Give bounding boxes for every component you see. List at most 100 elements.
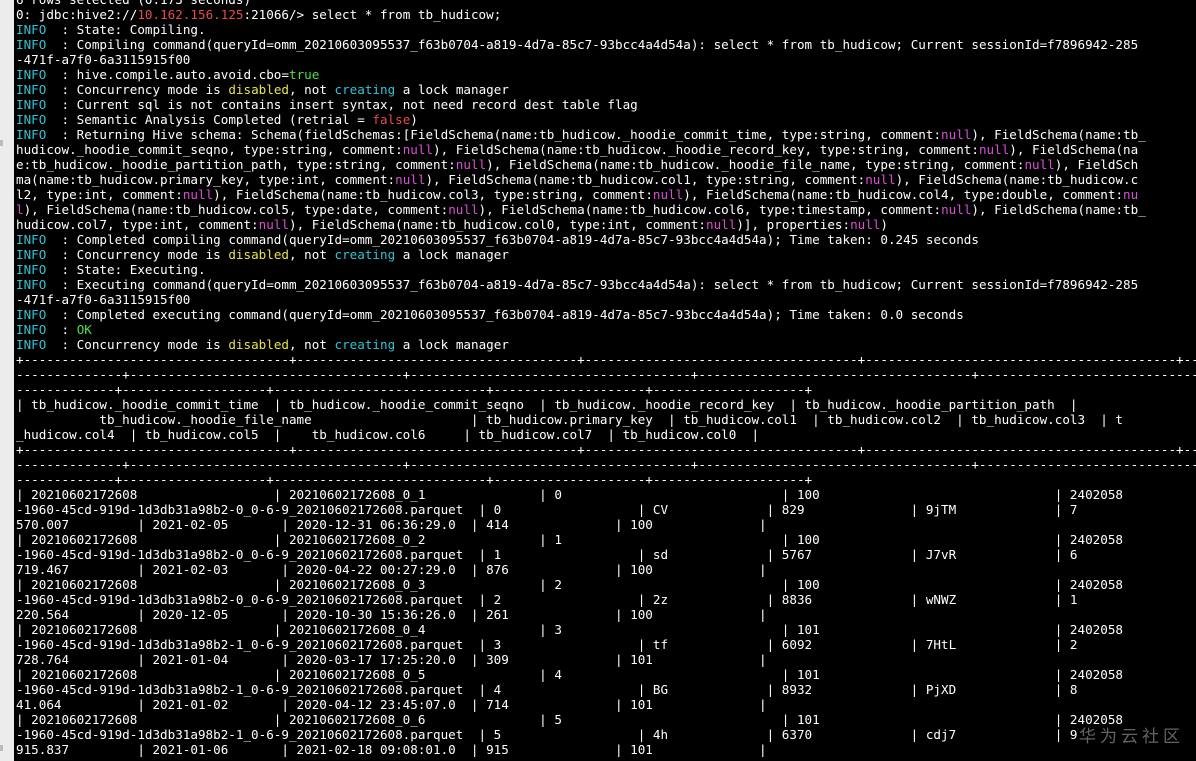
terminal-line: --------------+-------------------------… xyxy=(16,367,1196,382)
terminal-text: :21066/> select * from tb_hudicow; xyxy=(243,7,502,22)
terminal-line: -------------+-------------------+------… xyxy=(16,472,1196,487)
terminal-line: -1960-45cd-919d-1d3db31a98b2-0_0-6-9_202… xyxy=(16,547,1196,562)
terminal-text: INFO xyxy=(16,67,47,82)
terminal-text: INFO xyxy=(16,247,47,262)
terminal-text: null xyxy=(395,172,426,187)
terminal-text: true xyxy=(288,67,320,82)
terminal-text: : State: Executing. xyxy=(46,262,206,277)
terminal-text: INFO xyxy=(16,112,47,127)
terminal-text: : Returning Hive schema: Schema(fieldSch… xyxy=(46,127,942,142)
terminal-text: null xyxy=(182,187,214,202)
terminal-text: INFO xyxy=(16,127,47,142)
terminal-text: : Compiling command(queryId=omm_20210603… xyxy=(46,37,1139,52)
terminal-line: 915.837 | 2021-01-06 | 2021-02-18 09:08:… xyxy=(16,742,1196,757)
terminal-text: false xyxy=(372,112,411,127)
terminal-text: INFO xyxy=(16,97,47,112)
terminal-text: ), FieldSchema(name:tb_ xyxy=(971,202,1146,217)
terminal-text: null xyxy=(258,217,289,232)
terminal-text: -1960-45cd-919d-1d3db31a98b2-1_0-6-9_202… xyxy=(16,682,1078,697)
terminal-text: | 20210602172608 | 20210602172608_0_3 | … xyxy=(16,577,1123,592)
terminal-line: | 20210602172608 | 20210602172608_0_1 | … xyxy=(16,487,1196,502)
terminal-text: ), FieldSchema(name:tb_hudicow.c xyxy=(895,172,1139,187)
terminal-line: hudicow._hoodie_commit_seqno, type:strin… xyxy=(16,142,1196,157)
terminal-text: , not xyxy=(289,247,335,262)
terminal-line: 570.007 | 2021-02-05 | 2020-12-31 06:36:… xyxy=(16,517,1196,532)
terminal-line: -------------+-------------------+------… xyxy=(16,382,1196,397)
terminal-line: | 20210602172608 | 20210602172608_0_4 | … xyxy=(16,622,1196,637)
terminal-text: : Executing command(queryId=omm_20210603… xyxy=(46,277,1139,292)
terminal-text: disabled xyxy=(228,247,289,262)
terminal-text: | 20210602172608 | 20210602172608_0_5 | … xyxy=(16,667,1123,682)
terminal-text: INFO xyxy=(16,307,47,322)
terminal-text: hudicow.col7, type:int, comment: xyxy=(16,217,259,232)
terminal-text: -1960-45cd-919d-1d3db31a98b2-1_0-6-9_202… xyxy=(16,727,1078,742)
terminal-text: ), FieldSchema(na xyxy=(1009,142,1139,157)
terminal-line: INFO : Concurrency mode is disabled, not… xyxy=(16,82,1196,97)
terminal-text: ), FieldSchema(name:tb_hudicow.col0, typ… xyxy=(288,217,706,232)
terminal-text: ) xyxy=(880,217,889,232)
terminal-output[interactable]: 6 rows selected (0.173 seconds)0: jdbc:h… xyxy=(16,0,1196,761)
terminal-line: l), FieldSchema(name:tb_hudicow.col5, ty… xyxy=(16,202,1196,217)
terminal-text: ), FieldSchema(name:tb_hudicow.col6, typ… xyxy=(478,202,942,217)
terminal-text: -1960-45cd-919d-1d3db31a98b2-0_0-6-9_202… xyxy=(16,547,1078,562)
terminal-line: | tb_hudicow._hoodie_commit_time | tb_hu… xyxy=(16,397,1196,412)
terminal-text: 915.837 | 2021-01-06 | 2021-02-18 09:08:… xyxy=(16,742,767,757)
terminal-line: -1960-45cd-919d-1d3db31a98b2-1_0-6-9_202… xyxy=(16,637,1196,652)
terminal-text: tb_hudicow._hoodie_file_name | tb_hudico… xyxy=(16,412,1123,427)
terminal-line: hudicow.col7, type:int, comment:null), F… xyxy=(16,217,1196,232)
terminal-text: e:tb_hudicow._hoodie_partition_path, typ… xyxy=(16,157,456,172)
terminal-text: ), FieldSchema(name:tb_hudicow._hoodie_r… xyxy=(433,142,979,157)
terminal-text: , not xyxy=(289,337,335,352)
terminal-text: +-----------------------------------+---… xyxy=(16,352,1196,367)
terminal-line: INFO : Compiling command(queryId=omm_202… xyxy=(16,37,1196,52)
terminal-text: null xyxy=(455,157,487,172)
terminal-line: +-----------------------------------+---… xyxy=(16,352,1196,367)
terminal-line: 6 rows selected (0.173 seconds) xyxy=(16,0,1196,7)
terminal-text: null xyxy=(978,142,1010,157)
terminal-text: : Semantic Analysis Completed (retrial = xyxy=(46,112,373,127)
terminal-line: --------------+-------------------------… xyxy=(16,457,1196,472)
terminal-line: 719.467 | 2021-02-03 | 2020-04-22 00:27:… xyxy=(16,562,1196,577)
terminal-text: -471f-a7f0-6a3115915f00 xyxy=(16,292,191,307)
terminal-text: INFO xyxy=(16,322,47,337)
terminal-text: 41.064 | 2021-01-02 | 2020-04-12 23:45:0… xyxy=(16,697,767,712)
terminal-text: +-----------------------------------+---… xyxy=(16,442,1196,457)
terminal-text: : Concurrency mode is xyxy=(46,337,229,352)
terminal-line: INFO : Semantic Analysis Completed (retr… xyxy=(16,112,1196,127)
terminal-text: INFO xyxy=(16,277,47,292)
terminal-line: INFO : Returning Hive schema: Schema(fie… xyxy=(16,127,1196,142)
terminal-line: | 20210602172608 | 20210602172608_0_6 | … xyxy=(16,712,1196,727)
terminal-line: INFO : Completed executing command(query… xyxy=(16,307,1196,322)
terminal-line: INFO : Concurrency mode is disabled, not… xyxy=(16,247,1196,262)
terminal-line: INFO : Concurrency mode is disabled, not… xyxy=(16,337,1196,352)
terminal-text: ), FieldSchema(name:tb_hudicow.col3, typ… xyxy=(213,187,653,202)
terminal-text: : Concurrency mode is xyxy=(46,247,229,262)
terminal-line: INFO : Current sql is not contains inser… xyxy=(16,97,1196,112)
terminal-text: -1960-45cd-919d-1d3db31a98b2-1_0-6-9_202… xyxy=(16,637,1078,652)
terminal-line: 0: jdbc:hive2://10.162.156.125:21066/> s… xyxy=(16,7,1196,22)
terminal-text: : xyxy=(46,322,77,337)
terminal-text: 10.162.156.125 xyxy=(137,7,244,22)
terminal-text: l xyxy=(16,202,24,217)
watermark: 华为云社区 xyxy=(1079,727,1184,747)
terminal-text: ma(name:tb_hudicow.primary_key, type:int… xyxy=(16,172,396,187)
terminal-line: | 20210602172608 | 20210602172608_0_3 | … xyxy=(16,577,1196,592)
terminal-line: INFO : Completed compiling command(query… xyxy=(16,232,1196,247)
terminal-text: nu xyxy=(1123,187,1139,202)
terminal-text: | 20210602172608 | 20210602172608_0_1 | … xyxy=(16,487,1123,502)
terminal-text: -471f-a7f0-6a3115915f00 xyxy=(16,52,191,67)
terminal-text: ), FieldSchema(name:tb_hudicow.col4, typ… xyxy=(683,187,1124,202)
terminal-text: : Concurrency mode is xyxy=(46,82,229,97)
terminal-line: -1960-45cd-919d-1d3db31a98b2-0_0-6-9_202… xyxy=(16,592,1196,607)
terminal-text: ), FieldSchema(name:tb_hudicow._hoodie_f… xyxy=(486,157,1025,172)
terminal-line: -1960-45cd-919d-1d3db31a98b2-0_0-6-9_202… xyxy=(16,502,1196,517)
terminal-text: ) xyxy=(410,112,418,127)
terminal-line: 220.564 | 2020-12-05 | 2020-10-30 15:36:… xyxy=(16,607,1196,622)
terminal-text: 0: jdbc:hive2:// xyxy=(16,7,138,22)
terminal-text: null xyxy=(865,172,896,187)
terminal-text: | 20210602172608 | 20210602172608_0_2 | … xyxy=(16,532,1123,547)
terminal-text: null xyxy=(850,217,881,232)
terminal-line: +-----------------------------------+---… xyxy=(16,442,1196,457)
terminal-text: 570.007 | 2021-02-05 | 2020-12-31 06:36:… xyxy=(16,517,767,532)
terminal-text: null xyxy=(652,187,684,202)
